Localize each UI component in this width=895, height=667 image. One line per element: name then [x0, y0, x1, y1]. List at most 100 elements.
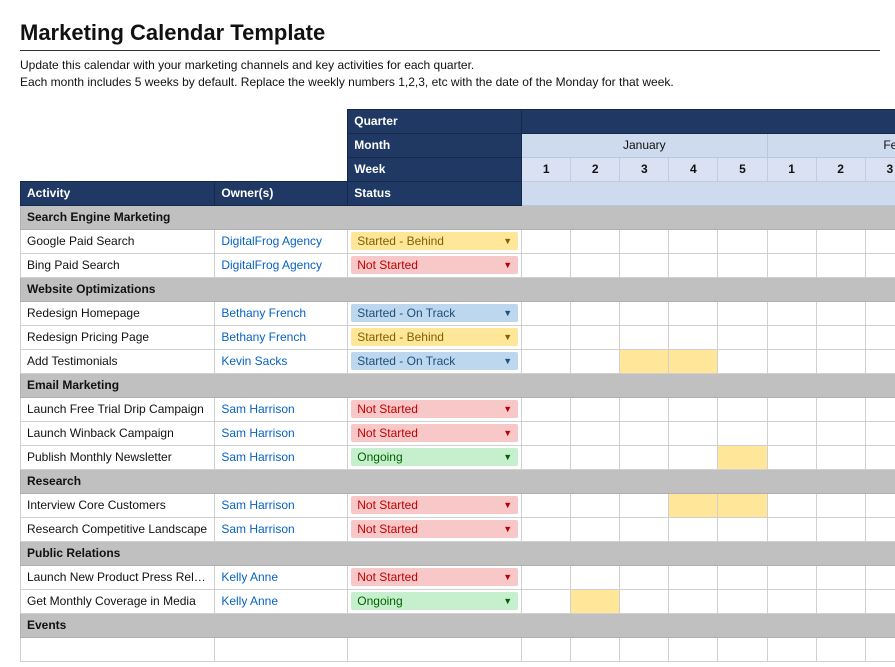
activity-cell[interactable]: Add Testimonials	[21, 349, 215, 373]
timeline-cell[interactable]	[522, 229, 571, 253]
owner-cell[interactable]	[215, 637, 348, 661]
timeline-cell[interactable]	[669, 349, 718, 373]
status-dropdown[interactable]: Started - On Track▼	[351, 304, 518, 322]
timeline-cell[interactable]	[767, 637, 816, 661]
status-cell[interactable]: Started - Behind▼	[348, 229, 522, 253]
timeline-cell[interactable]	[669, 445, 718, 469]
timeline-cell[interactable]	[718, 589, 767, 613]
timeline-cell[interactable]	[718, 301, 767, 325]
timeline-cell[interactable]	[669, 229, 718, 253]
timeline-cell[interactable]	[522, 325, 571, 349]
timeline-cell[interactable]	[816, 325, 865, 349]
owner-cell[interactable]: Kelly Anne	[215, 589, 348, 613]
status-cell[interactable]: Ongoing▼	[348, 589, 522, 613]
week-header[interactable]: Week	[348, 157, 522, 181]
activity-cell[interactable]: Research Competitive Landscape	[21, 517, 215, 541]
owner-cell[interactable]: Kelly Anne	[215, 565, 348, 589]
owner-header[interactable]: Owner(s)	[215, 181, 348, 205]
timeline-cell[interactable]	[816, 301, 865, 325]
timeline-cell[interactable]	[718, 517, 767, 541]
timeline-cell[interactable]	[865, 421, 895, 445]
timeline-cell[interactable]	[718, 493, 767, 517]
owner-cell[interactable]: Bethany French	[215, 301, 348, 325]
status-dropdown[interactable]: Ongoing▼	[351, 592, 518, 610]
timeline-cell[interactable]	[816, 349, 865, 373]
timeline-cell[interactable]	[767, 325, 816, 349]
activity-cell[interactable]: Get Monthly Coverage in Media	[21, 589, 215, 613]
timeline-cell[interactable]	[865, 229, 895, 253]
timeline-cell[interactable]	[865, 565, 895, 589]
timeline-cell[interactable]	[865, 253, 895, 277]
status-cell[interactable]: Not Started▼	[348, 565, 522, 589]
timeline-cell[interactable]	[718, 637, 767, 661]
timeline-cell[interactable]	[620, 253, 669, 277]
status-cell[interactable]: Not Started▼	[348, 517, 522, 541]
timeline-cell[interactable]	[816, 229, 865, 253]
timeline-cell[interactable]	[620, 565, 669, 589]
timeline-cell[interactable]	[718, 325, 767, 349]
status-dropdown[interactable]: Not Started▼	[351, 256, 518, 274]
activity-cell[interactable]: Google Paid Search	[21, 229, 215, 253]
timeline-cell[interactable]	[816, 589, 865, 613]
timeline-cell[interactable]	[669, 253, 718, 277]
timeline-cell[interactable]	[522, 421, 571, 445]
owner-cell[interactable]: Bethany French	[215, 325, 348, 349]
status-dropdown[interactable]: Not Started▼	[351, 520, 518, 538]
timeline-cell[interactable]	[571, 229, 620, 253]
activity-cell[interactable]: Bing Paid Search	[21, 253, 215, 277]
activity-header[interactable]: Activity	[21, 181, 215, 205]
timeline-cell[interactable]	[816, 445, 865, 469]
timeline-cell[interactable]	[669, 301, 718, 325]
timeline-cell[interactable]	[718, 229, 767, 253]
timeline-cell[interactable]	[865, 517, 895, 541]
status-cell[interactable]: Not Started▼	[348, 397, 522, 421]
timeline-cell[interactable]	[571, 565, 620, 589]
activity-cell[interactable]: Publish Monthly Newsletter	[21, 445, 215, 469]
month-header[interactable]: Month	[348, 133, 522, 157]
feb-week-3[interactable]: 3	[865, 157, 895, 181]
section-header[interactable]: Events	[21, 613, 895, 637]
activity-cell[interactable]: Launch New Product Press Releas	[21, 565, 215, 589]
status-header[interactable]: Status	[348, 181, 522, 205]
timeline-cell[interactable]	[718, 421, 767, 445]
timeline-cell[interactable]	[522, 493, 571, 517]
timeline-cell[interactable]	[620, 229, 669, 253]
timeline-cell[interactable]	[620, 421, 669, 445]
timeline-cell[interactable]	[571, 637, 620, 661]
timeline-cell[interactable]	[522, 301, 571, 325]
timeline-cell[interactable]	[571, 493, 620, 517]
timeline-cell[interactable]	[767, 589, 816, 613]
timeline-cell[interactable]	[767, 517, 816, 541]
section-header[interactable]: Website Optimizations	[21, 277, 895, 301]
activity-cell[interactable]: Redesign Homepage	[21, 301, 215, 325]
activity-cell[interactable]: Launch Winback Campaign	[21, 421, 215, 445]
status-dropdown[interactable]: Not Started▼	[351, 400, 518, 418]
timeline-cell[interactable]	[767, 349, 816, 373]
timeline-cell[interactable]	[669, 493, 718, 517]
timeline-cell[interactable]	[522, 397, 571, 421]
section-header[interactable]: Email Marketing	[21, 373, 895, 397]
timeline-cell[interactable]	[669, 421, 718, 445]
timeline-cell[interactable]	[571, 517, 620, 541]
timeline-cell[interactable]	[571, 301, 620, 325]
timeline-cell[interactable]	[767, 253, 816, 277]
week-5[interactable]: 5	[718, 157, 767, 181]
timeline-cell[interactable]	[620, 589, 669, 613]
timeline-cell[interactable]	[571, 589, 620, 613]
timeline-cell[interactable]	[816, 421, 865, 445]
timeline-cell[interactable]	[816, 493, 865, 517]
week-3[interactable]: 3	[620, 157, 669, 181]
timeline-cell[interactable]	[571, 253, 620, 277]
status-cell[interactable]: Started - On Track▼	[348, 349, 522, 373]
timeline-cell[interactable]	[718, 397, 767, 421]
timeline-cell[interactable]	[571, 349, 620, 373]
week-4[interactable]: 4	[669, 157, 718, 181]
timeline-cell[interactable]	[522, 637, 571, 661]
timeline-cell[interactable]	[669, 637, 718, 661]
timeline-cell[interactable]	[669, 397, 718, 421]
owner-cell[interactable]: DigitalFrog Agency	[215, 253, 348, 277]
timeline-cell[interactable]	[767, 445, 816, 469]
timeline-cell[interactable]	[669, 589, 718, 613]
week-1[interactable]: 1	[522, 157, 571, 181]
activity-cell[interactable]	[21, 637, 215, 661]
